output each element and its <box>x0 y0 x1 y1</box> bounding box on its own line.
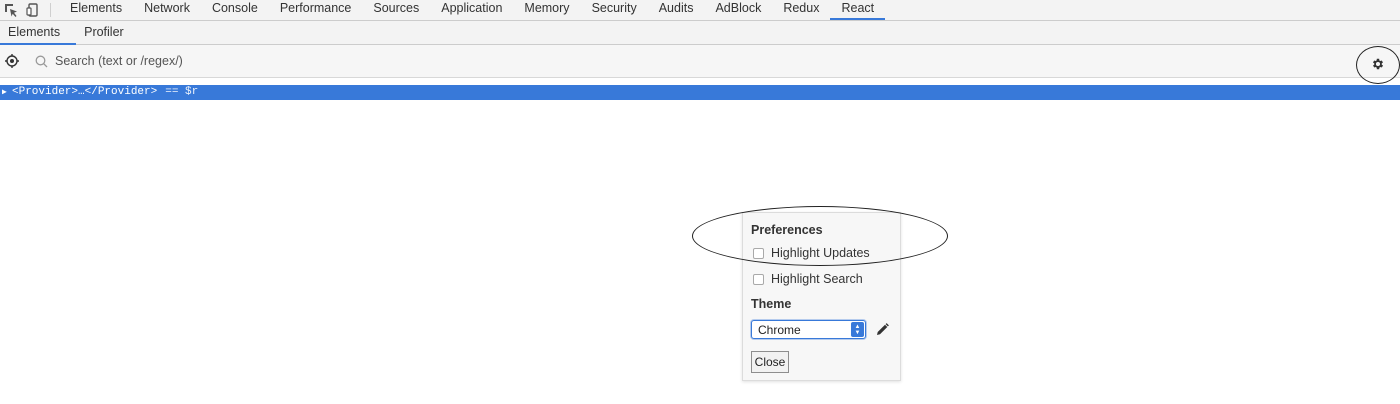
tab-elements[interactable]: Elements <box>59 0 133 20</box>
theme-select-value: Chrome <box>758 322 801 337</box>
tab-application[interactable]: Application <box>430 0 513 20</box>
disclosure-triangle-icon[interactable]: ▶ <box>2 85 12 100</box>
gear-icon <box>1371 57 1385 74</box>
tab-audits[interactable]: Audits <box>648 0 705 20</box>
tab-redux[interactable]: Redux <box>772 0 830 20</box>
highlight-search-checkbox[interactable] <box>753 273 764 285</box>
react-sub-tab-bar: Elements Profiler <box>0 21 1400 45</box>
highlight-updates-option[interactable]: Highlight Updates <box>751 245 892 261</box>
preferences-popover: Preferences Highlight Updates Highlight … <box>742 212 901 381</box>
search-toolbar <box>0 45 1400 84</box>
tree-row-selected[interactable]: ▶ <Provider>…</Provider> == $r <box>0 85 1400 100</box>
select-arrows-icon: ▲ ▼ <box>851 322 864 337</box>
sub-tab-elements[interactable]: Elements <box>0 21 77 45</box>
tab-react[interactable]: React <box>830 0 886 20</box>
highlight-updates-label: Highlight Updates <box>771 246 870 260</box>
tab-console[interactable]: Console <box>201 0 269 20</box>
tab-memory[interactable]: Memory <box>513 0 580 20</box>
highlight-search-option[interactable]: Highlight Search <box>751 271 892 287</box>
tree-node-ref: == $r <box>165 86 199 98</box>
search-input[interactable] <box>55 54 655 68</box>
sub-tab-profiler[interactable]: Profiler <box>76 21 137 45</box>
toolbar-divider <box>50 3 51 17</box>
close-button[interactable]: Close <box>751 351 789 373</box>
search-icon <box>32 52 50 70</box>
tab-network[interactable]: Network <box>133 0 201 20</box>
highlight-search-label: Highlight Search <box>771 272 863 286</box>
pencil-icon[interactable] <box>875 323 889 337</box>
device-toggle-icon[interactable] <box>22 0 44 20</box>
highlight-updates-checkbox[interactable] <box>753 247 764 259</box>
tab-performance[interactable]: Performance <box>269 0 363 20</box>
theme-select[interactable]: Chrome ▲ ▼ <box>751 320 866 339</box>
devtools-tab-bar: Elements Network Console Performance Sou… <box>0 0 1400 21</box>
preferences-title: Preferences <box>751 223 823 237</box>
settings-button[interactable] <box>1356 46 1400 84</box>
tab-adblock[interactable]: AdBlock <box>704 0 772 20</box>
inspect-element-icon[interactable] <box>0 0 22 20</box>
tab-security[interactable]: Security <box>581 0 648 20</box>
theme-row: Chrome ▲ ▼ <box>751 320 892 339</box>
tab-sources[interactable]: Sources <box>362 0 430 20</box>
target-icon[interactable] <box>1 50 23 72</box>
tree-node-text: <Provider>…</Provider> <box>12 86 158 98</box>
theme-title: Theme <box>751 297 792 311</box>
